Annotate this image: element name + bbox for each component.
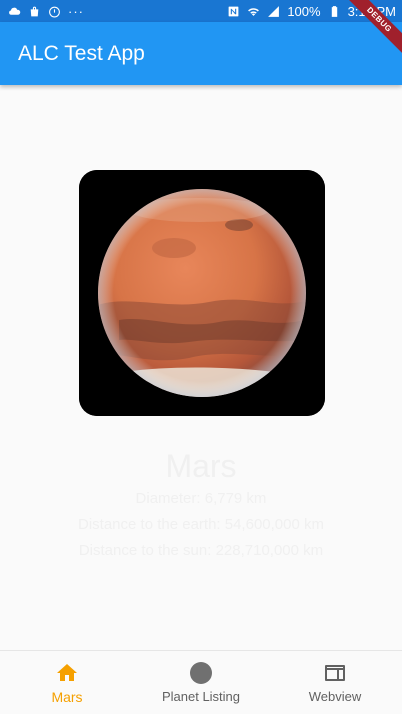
bottom-navigation: Mars Planet Listing Webview [0, 650, 402, 714]
wifi-icon [247, 5, 260, 18]
planet-distance-sun: Distance to the sun: 228,710,000 km [78, 542, 324, 559]
status-time: 3:15 PM [347, 3, 396, 19]
nav-item-webview[interactable]: Webview [268, 651, 402, 714]
bag-icon [28, 5, 41, 18]
status-right: 100% 3:15 PM [227, 4, 396, 19]
status-left: ··· [8, 4, 84, 19]
planet-distance-earth: Distance to the earth: 54,600,000 km [78, 516, 324, 533]
cloud-icon [8, 5, 21, 18]
nfc-icon [227, 5, 240, 18]
nav-label-planet-listing: Planet Listing [161, 689, 241, 704]
planet-info: Mars Diameter: 6,779 km Distance to the … [0, 446, 402, 564]
planet-diameter: Diameter: 6,779 km [135, 490, 267, 507]
nav-item-mars[interactable]: Mars [0, 651, 134, 714]
app-title: ALC Test App [18, 41, 145, 65]
signal-icon [267, 5, 280, 18]
status-bar: ··· 100% 3:15 PM [0, 0, 402, 22]
more-notifications-dots: ··· [68, 3, 84, 19]
circle-icon [189, 661, 213, 685]
nav-label-mars: Mars [51, 688, 83, 705]
home-icon [55, 661, 79, 685]
planet-image [79, 170, 325, 416]
nav-item-planet-listing[interactable]: Planet Listing [134, 651, 268, 714]
battery-icon [328, 5, 341, 18]
planet-name: Mars [165, 448, 237, 484]
app-bar: ALC Test App [0, 22, 402, 85]
battery-percent: 100% [287, 3, 321, 19]
nav-label-webview: Webview [308, 689, 362, 704]
web-icon [323, 661, 347, 685]
speedometer-icon [48, 5, 61, 18]
